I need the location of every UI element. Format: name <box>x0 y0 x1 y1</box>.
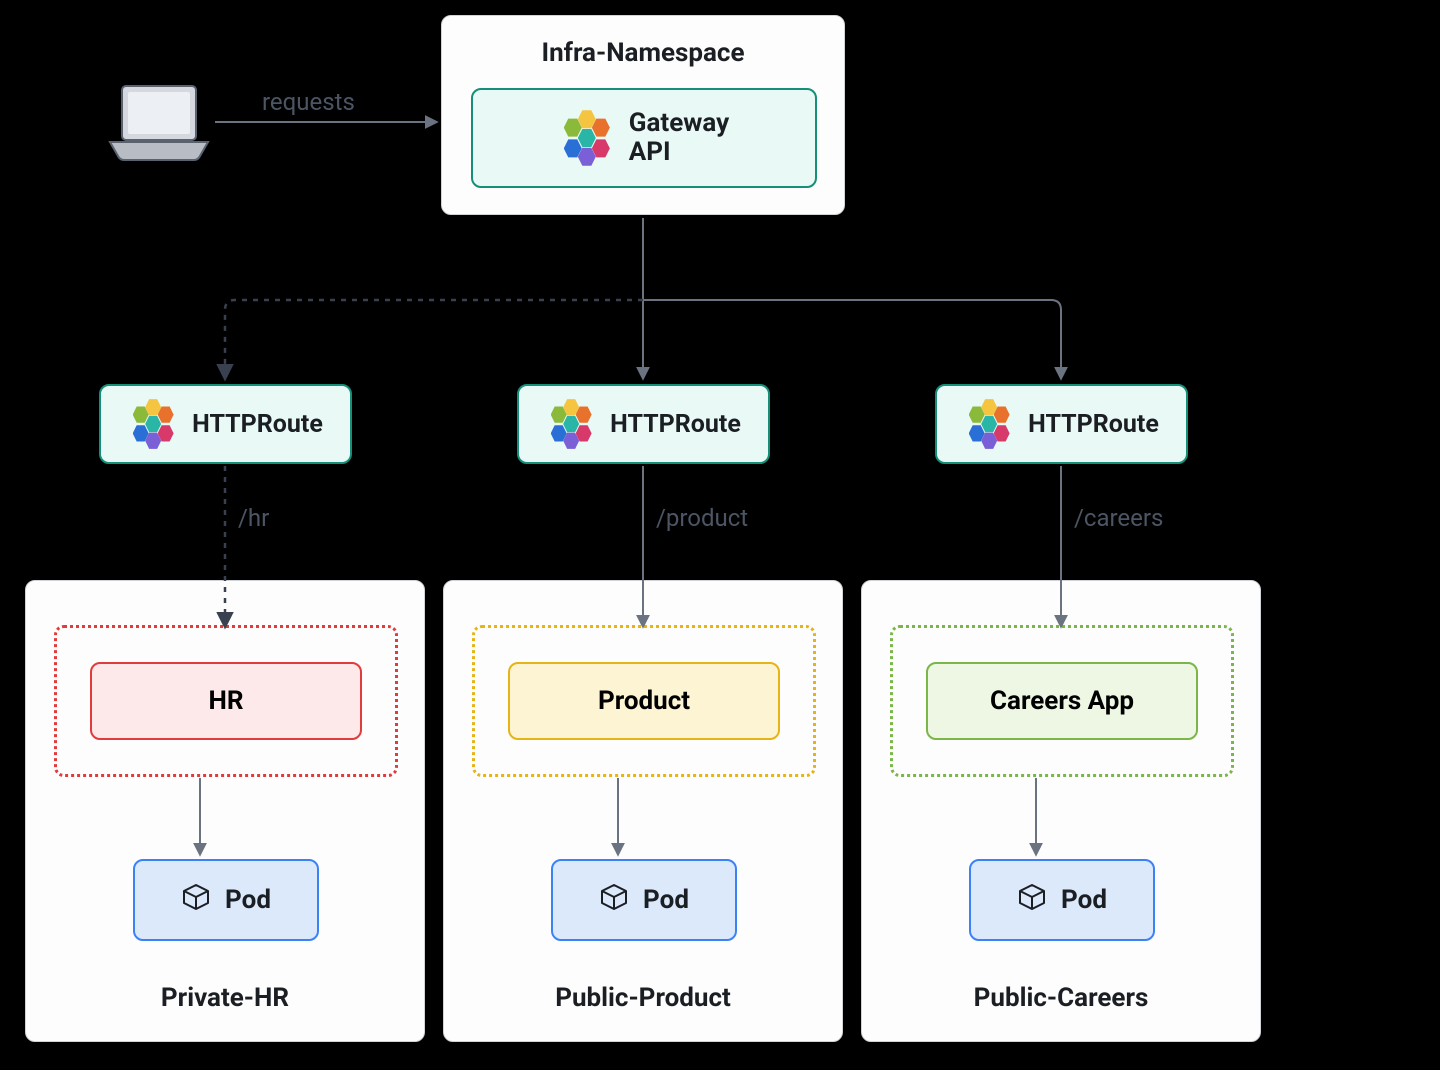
public-product-title: Public-Product <box>444 983 842 1013</box>
careers-service-deployment: Careers App <box>890 625 1234 777</box>
httproute-product-box: HTTPRoute <box>517 384 770 464</box>
cube-icon <box>599 882 629 919</box>
hr-service-deployment: HR <box>54 625 398 777</box>
httproute-careers-box: HTTPRoute <box>935 384 1188 464</box>
public-careers-title: Public-Careers <box>862 983 1260 1013</box>
httproute-hr-label: HTTPRoute <box>192 410 323 439</box>
edge-label-requests: requests <box>262 88 355 116</box>
arrow-to-careers-route <box>643 300 1061 378</box>
edge-label-careers: /careers <box>1074 504 1163 532</box>
httproute-hr-box: HTTPRoute <box>99 384 352 464</box>
private-hr-namespace-box: HR Pod Private-HR <box>25 580 425 1042</box>
gateway-label-line2: API <box>629 138 729 167</box>
careers-pod-box: Pod <box>969 859 1155 941</box>
hr-pod-box: Pod <box>133 859 319 941</box>
hr-pod-label: Pod <box>225 885 271 915</box>
hr-service-box: HR <box>90 662 362 740</box>
public-product-namespace-box: Product Pod Public-Product <box>443 580 843 1042</box>
httproute-careers-label: HTTPRoute <box>1028 410 1159 439</box>
gateway-api-box: Gateway API <box>471 88 817 188</box>
edge-label-product: /product <box>656 504 748 532</box>
careers-service-label: Careers App <box>990 686 1134 716</box>
infra-namespace-title: Infra-Namespace <box>442 16 844 68</box>
diagram-canvas: requests Infra-Namespace Gateway API HTT… <box>0 0 1440 1070</box>
cube-icon <box>1017 882 1047 919</box>
private-hr-title: Private-HR <box>26 983 424 1013</box>
client-laptop-icon <box>108 84 210 162</box>
careers-service-box: Careers App <box>926 662 1198 740</box>
product-pod-label: Pod <box>643 885 689 915</box>
product-service-box: Product <box>508 662 780 740</box>
cube-icon <box>181 882 211 919</box>
product-service-label: Product <box>598 686 690 716</box>
hr-service-label: HR <box>208 686 243 716</box>
public-careers-namespace-box: Careers App Pod Public-Careers <box>861 580 1261 1042</box>
product-service-deployment: Product <box>472 625 816 777</box>
httproute-product-label: HTTPRoute <box>610 410 741 439</box>
gateway-label-line1: Gateway <box>629 109 729 138</box>
infra-namespace-box: Infra-Namespace Gateway API <box>441 15 845 215</box>
careers-pod-label: Pod <box>1061 885 1107 915</box>
edge-label-hr: /hr <box>238 504 269 532</box>
product-pod-box: Pod <box>551 859 737 941</box>
arrow-to-hr-route <box>225 300 643 378</box>
